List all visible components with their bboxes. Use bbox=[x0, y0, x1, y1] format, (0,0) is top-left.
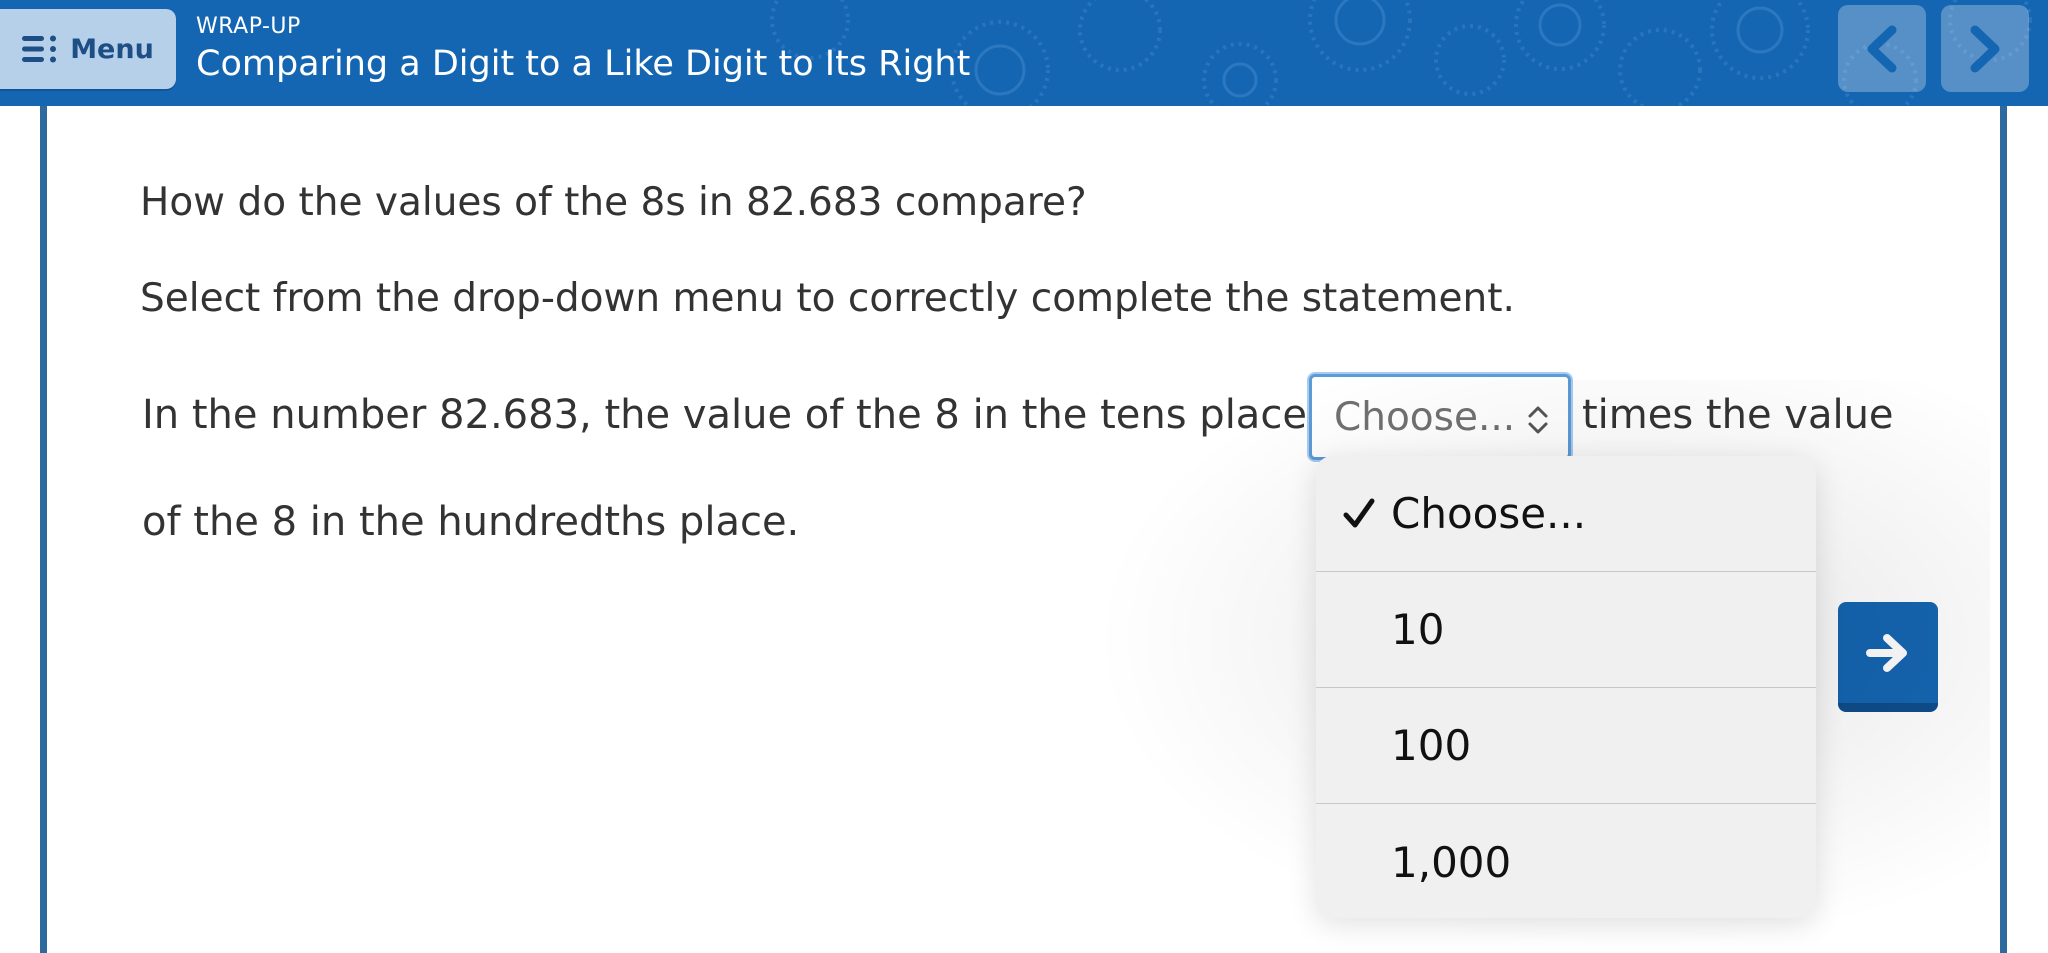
statement-part-before: In the number 82.683, the value of the 8… bbox=[142, 392, 1352, 438]
menu-label: Menu bbox=[70, 33, 154, 65]
next-button[interactable] bbox=[1941, 5, 2029, 92]
section-label: WRAP-UP bbox=[196, 14, 301, 39]
list-menu-icon bbox=[22, 35, 57, 63]
dropdown-options-list: Choose... 10 100 1,000 bbox=[1316, 456, 1816, 918]
dropdown-option-choose[interactable]: Choose... bbox=[1316, 456, 1816, 572]
option-label: 10 bbox=[1391, 605, 1445, 654]
previous-button[interactable] bbox=[1838, 5, 1926, 92]
dropdown-option-100[interactable]: 100 bbox=[1316, 688, 1816, 804]
chevron-right-icon bbox=[1970, 25, 2000, 72]
statement-part-after: times the value bbox=[1582, 392, 1894, 438]
page-title: Comparing a Digit to a Like Digit to Its… bbox=[196, 44, 971, 84]
answer-dropdown[interactable]: Choose... bbox=[1309, 374, 1571, 460]
dropdown-selected-value: Choose... bbox=[1334, 394, 1516, 440]
checkmark-icon bbox=[1343, 498, 1375, 528]
chevron-left-icon bbox=[1867, 25, 1897, 72]
option-label: Choose... bbox=[1391, 489, 1587, 538]
dropdown-option-10[interactable]: 10 bbox=[1316, 572, 1816, 688]
top-header: Menu WRAP-UP Comparing a Digit to a Like… bbox=[0, 0, 2048, 106]
question-prompt: How do the values of the 8s in 82.683 co… bbox=[140, 180, 1087, 225]
up-down-caret-icon bbox=[1528, 406, 1548, 434]
option-label: 100 bbox=[1391, 721, 1472, 770]
menu-button[interactable]: Menu bbox=[0, 9, 176, 89]
submit-button[interactable] bbox=[1838, 602, 1938, 712]
option-label: 1,000 bbox=[1391, 837, 1512, 887]
question-instruction: Select from the drop-down menu to correc… bbox=[140, 276, 1515, 321]
statement-part-end: of the 8 in the hundredths place. bbox=[142, 499, 800, 545]
arrow-right-icon bbox=[1866, 633, 1907, 672]
dropdown-option-1000[interactable]: 1,000 bbox=[1316, 804, 1816, 918]
